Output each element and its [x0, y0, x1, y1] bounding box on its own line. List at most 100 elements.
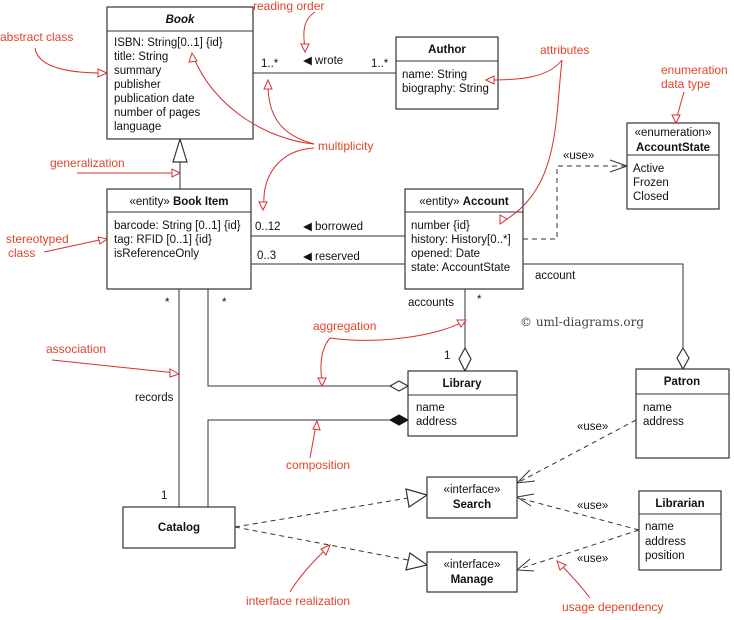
annotation-reading-order: reading order: [253, 0, 324, 13]
attribute: name: [416, 402, 445, 414]
class-name: Book: [166, 14, 195, 26]
class-librarian[interactable]: Librarian name address position: [638, 490, 722, 571]
class-book-item[interactable]: «entity» Book Item barcode: String [0..1…: [106, 188, 252, 290]
stereotype: «enumeration»: [635, 127, 712, 139]
class-name: Catalog: [158, 522, 200, 534]
use-label: «use»: [577, 421, 608, 433]
mult-library: 1: [444, 350, 450, 362]
interface-search[interactable]: «interface» Search: [426, 476, 518, 519]
attribute: ISBN: String[0..1] {id}: [114, 37, 223, 49]
aggregation-diamond: [388, 380, 410, 392]
class-header: «entity» Account: [419, 196, 509, 208]
annotation-arrow: [559, 563, 591, 599]
use-label: «use»: [577, 500, 608, 512]
patron-aggregation-diamond: [676, 346, 690, 371]
literal: Frozen: [633, 177, 669, 189]
literal: Closed: [633, 191, 669, 203]
use-label: «use»: [577, 553, 608, 565]
attribute: name: String: [402, 69, 467, 81]
stereotype: «interface»: [444, 559, 501, 571]
stereotype: «interface»: [444, 484, 501, 496]
role-records: records: [135, 392, 174, 404]
stereotype: «entity»: [129, 196, 169, 208]
copyright-notice: © uml-diagrams.org: [520, 315, 644, 329]
annotation-enumeration: enumeration: [661, 63, 728, 77]
open-arrow-icon: [515, 469, 536, 484]
class-catalog[interactable]: Catalog: [122, 506, 236, 549]
class-account[interactable]: «entity» Account number {id} history: Hi…: [404, 188, 524, 290]
class-name: Manage: [451, 574, 494, 586]
class-patron[interactable]: Patron name address: [635, 368, 730, 459]
mult-bookitem-library: *: [222, 297, 227, 309]
reserved-label: ◀ reserved: [303, 251, 360, 263]
account-state-dependency: [523, 165, 625, 240]
role-accounts: accounts: [408, 297, 454, 309]
attribute: publication date: [114, 93, 195, 105]
attribute: address: [416, 416, 457, 428]
class-book[interactable]: Book ISBN: String[0..1] {id} title: Stri…: [106, 6, 254, 140]
annotation-arrow: [303, 11, 316, 49]
attribute: tag: RFID [0..1] {id}: [114, 234, 212, 246]
annotation-arrow: [51, 359, 177, 374]
annotation-arrow: [488, 59, 563, 81]
annotation-abstract-class: abstract class: [0, 30, 73, 44]
attribute: language: [114, 121, 161, 133]
annotation-arrow: [309, 424, 317, 459]
attribute: biography: String: [402, 83, 489, 95]
stereotype: «entity»: [419, 196, 459, 208]
open-arrow-icon: [515, 558, 535, 572]
mult-borrowed: 0..12: [255, 221, 281, 233]
annotation-generalization: generalization: [50, 156, 125, 170]
attribute: isReferenceOnly: [114, 248, 199, 260]
attribute: name: [645, 521, 674, 533]
class-name: Librarian: [655, 498, 704, 510]
annotation-class: class: [8, 246, 35, 260]
attribute: state: AccountState: [411, 262, 510, 274]
wrote-label: ◀ wrote: [303, 55, 343, 67]
interface-manage[interactable]: «interface» Manage: [426, 551, 518, 593]
class-name: Author: [428, 44, 466, 56]
class-name: Book Item: [173, 196, 229, 208]
composition-diamond: [388, 414, 410, 426]
mult-catalog: 1: [161, 490, 167, 502]
annotation-interface-realization: interface realization: [246, 594, 350, 608]
mult-accounts: *: [477, 294, 482, 306]
attribute: address: [645, 536, 686, 548]
mult-book-wrote: 1..*: [261, 58, 279, 70]
uml-class-diagram: 1..* ◀ wrote 1..* 0..12 ◀ borrowed 0..3 …: [0, 0, 730, 614]
class-name: Search: [453, 499, 491, 511]
annotation-aggregation: aggregation: [313, 319, 376, 333]
attribute: number {id}: [411, 220, 470, 232]
annotation-association: association: [46, 342, 106, 356]
annotation-attributes: attributes: [540, 43, 589, 57]
class-name: Patron: [664, 376, 700, 388]
literal: Active: [633, 163, 664, 175]
generalization-triangle: [172, 136, 188, 163]
realization-triangle: [405, 551, 429, 571]
attribute: history: History[0..*]: [411, 234, 511, 246]
attribute: publisher: [114, 79, 161, 91]
library-aggregation-diamond: [458, 346, 472, 373]
borrowed-label: ◀ borrowed: [303, 221, 363, 233]
attribute: address: [643, 416, 684, 428]
annotation-composition: composition: [286, 458, 350, 472]
attribute: number of pages: [114, 107, 201, 119]
search-realization: [234, 497, 409, 528]
attribute: summary: [114, 65, 162, 77]
class-header: «entity» Book Item: [129, 196, 228, 208]
bookitem-library-aggregation: [207, 289, 390, 387]
manage-realization: [234, 526, 409, 561]
role-account: account: [535, 270, 576, 282]
mult-records-item: *: [165, 297, 170, 309]
enum-account-state[interactable]: «enumeration» AccountState Active Frozen…: [626, 122, 720, 210]
annotation-stereotyped: stereotyped: [6, 232, 69, 246]
annotation-arrow: [34, 47, 104, 74]
annotation-data-type: data type: [661, 77, 711, 91]
use-label: «use»: [563, 150, 594, 162]
attribute: opened: Date: [411, 248, 480, 260]
class-author[interactable]: Author name: String biography: String: [395, 36, 499, 110]
class-name: Library: [443, 378, 483, 390]
annotation-multiplicity: multiplicity: [318, 139, 373, 153]
class-library[interactable]: Library name address: [407, 370, 518, 437]
attribute: name: [643, 402, 672, 414]
